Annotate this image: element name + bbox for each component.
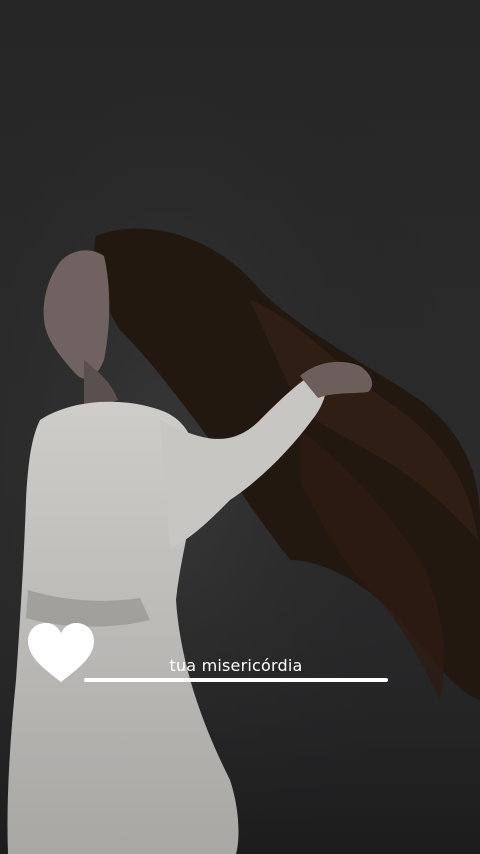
video-frame: tua misericórdia	[0, 0, 480, 854]
lyric-progress-fill	[84, 678, 388, 682]
lyric-overlay: tua misericórdia	[0, 0, 480, 854]
lyric-text: tua misericórdia	[169, 656, 303, 675]
lyric-progress-bar	[84, 678, 388, 682]
